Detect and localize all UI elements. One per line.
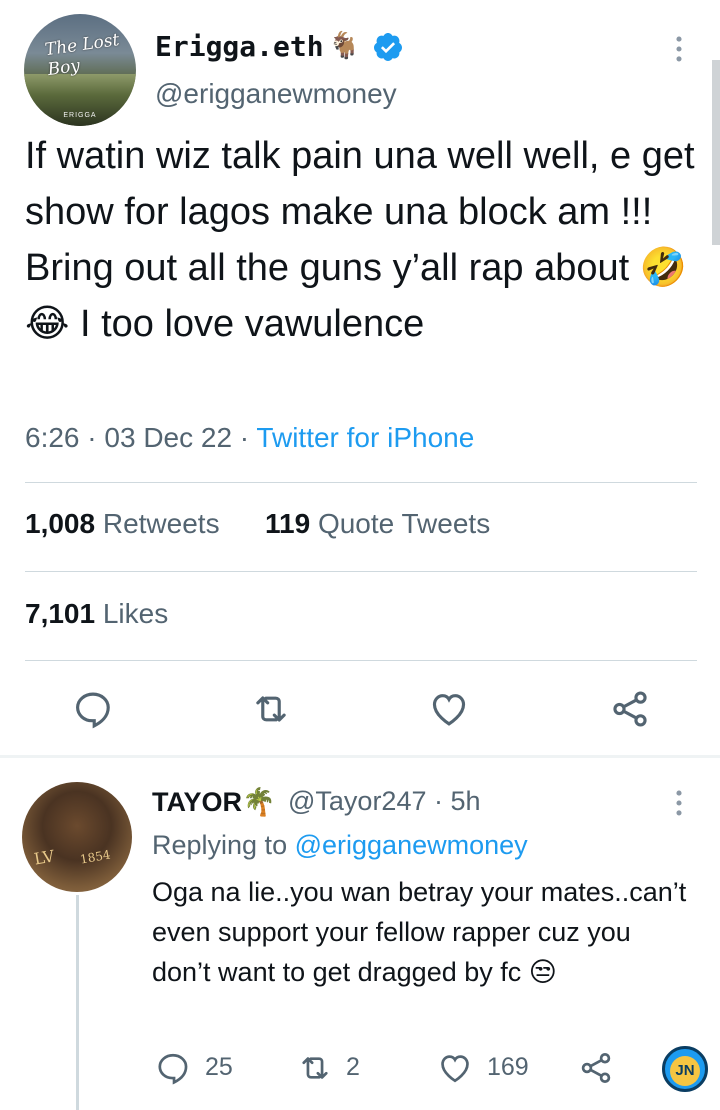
- retweets-label: Retweets: [102, 508, 220, 539]
- tweet-time[interactable]: 6:26: [25, 422, 80, 453]
- share-icon[interactable]: [609, 688, 651, 730]
- likes-label: Likes: [102, 598, 169, 629]
- author-handle[interactable]: @erigganewmoney: [155, 78, 397, 110]
- divider: [25, 571, 697, 572]
- reply-icon[interactable]: [72, 688, 114, 730]
- replying-prefix: Replying to: [152, 830, 288, 860]
- reply-handle-time[interactable]: @Tayor247 · 5h: [288, 786, 481, 817]
- likes-stat[interactable]: 7,101 Likes: [25, 598, 168, 630]
- reply-count: 25: [205, 1053, 233, 1081]
- watermark-text: JN: [670, 1056, 700, 1086]
- reply-display-name[interactable]: TAYOR🌴: [152, 786, 276, 818]
- quote-tweets-stat[interactable]: 119 Quote Tweets: [265, 508, 490, 540]
- section-separator: [0, 755, 720, 758]
- divider: [25, 660, 697, 661]
- tweet-meta: 6:26 · 03 Dec 22 · Twitter for iPhone: [25, 422, 475, 453]
- retweet-icon[interactable]: [297, 1050, 333, 1086]
- replying-mention-link[interactable]: @erigganewmoney: [295, 830, 528, 860]
- avatar-number-text: 1854: [79, 847, 112, 867]
- replying-to: Replying to @erigganewmoney: [152, 830, 528, 861]
- reply-icon[interactable]: [155, 1050, 191, 1086]
- like-count: 169: [487, 1053, 529, 1081]
- tweet-text: If watin wiz talk pain una well well, e …: [25, 135, 695, 345]
- divider: [25, 482, 697, 483]
- reply-avatar[interactable]: LV 1854: [22, 782, 132, 892]
- quote-tweets-label: Quote Tweets: [317, 508, 491, 539]
- retweets-count: 1,008: [25, 508, 96, 539]
- avatar-art-title: The Lost Boy: [43, 30, 121, 81]
- verified-badge-icon: [374, 33, 402, 61]
- author-avatar[interactable]: The Lost Boy ERIGGA: [24, 14, 136, 126]
- likes-count: 7,101: [25, 598, 96, 629]
- thread-line: [76, 895, 79, 1110]
- retweet-count: 2: [346, 1053, 360, 1081]
- share-icon[interactable]: [578, 1050, 614, 1086]
- reply-text: Oga na lie..you wan betray your mates..c…: [152, 877, 687, 987]
- more-options-icon[interactable]: [662, 32, 696, 66]
- tweet-date[interactable]: 03 Dec 22: [104, 422, 232, 453]
- author-display-name[interactable]: Erigga.eth: [155, 30, 324, 63]
- avatar-art-caption: ERIGGA: [63, 112, 97, 119]
- like-icon[interactable]: [437, 1050, 473, 1086]
- more-options-icon[interactable]: [662, 786, 696, 820]
- retweets-stat[interactable]: 1,008 Retweets: [25, 508, 220, 540]
- like-icon[interactable]: [428, 688, 470, 730]
- tweet-source-link[interactable]: Twitter for iPhone: [256, 422, 474, 453]
- avatar-lv-text: LV: [32, 846, 56, 869]
- goat-emoji: 🐐: [328, 30, 361, 60]
- retweet-icon[interactable]: [250, 688, 292, 730]
- watermark-logo: JN: [662, 1046, 708, 1092]
- quote-tweets-count: 119: [265, 508, 311, 539]
